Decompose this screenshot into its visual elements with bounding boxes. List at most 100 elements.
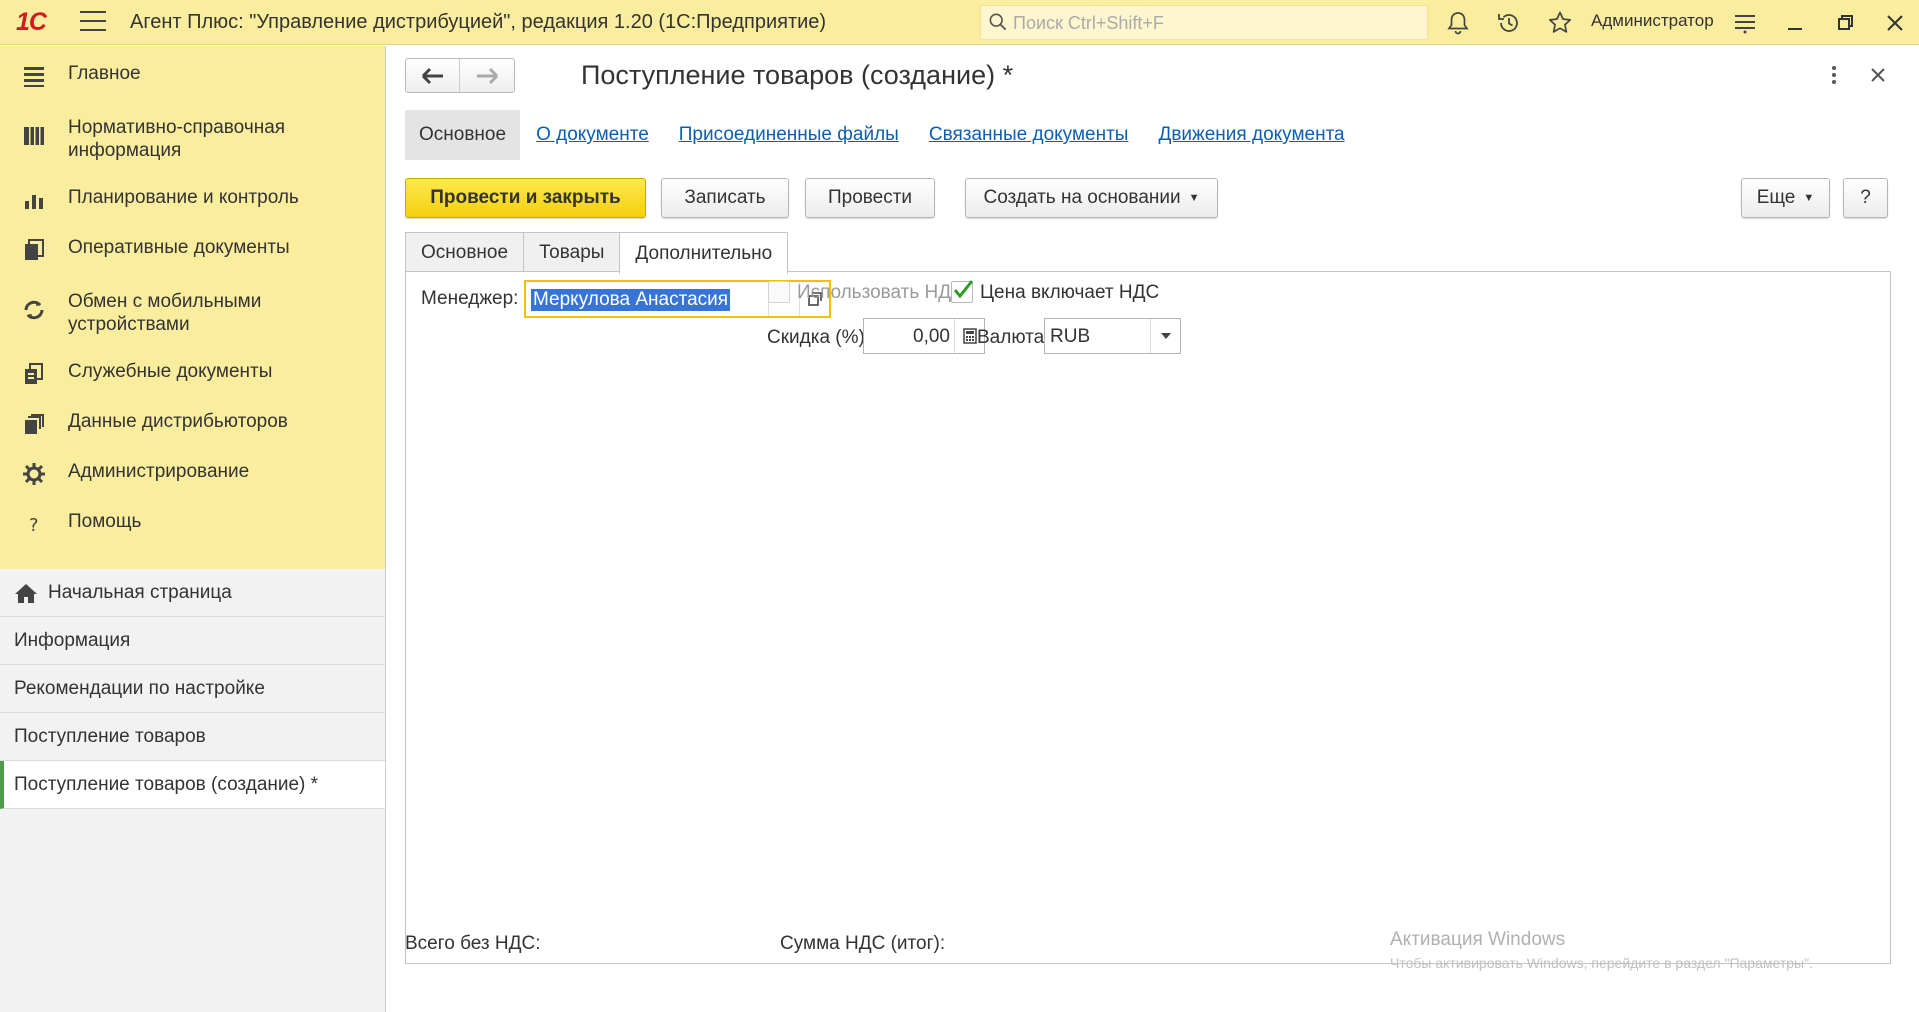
tab-goods[interactable]: Товары	[523, 232, 621, 272]
total-without-vat-label: Всего без НДС:	[405, 933, 541, 954]
open-window-receipts-list[interactable]: Поступление товаров	[0, 713, 385, 761]
windows-activation-title: Активация Windows	[1390, 929, 1566, 950]
sidebar-item-service-docs[interactable]: Служебные документы	[0, 352, 385, 402]
close-window-icon[interactable]	[1882, 10, 1908, 36]
calculator-icon	[962, 328, 977, 344]
currency-value[interactable]: RUB	[1050, 326, 1090, 348]
app-title: Агент Плюс: "Управление дистрибуцией", р…	[130, 11, 827, 33]
post-and-close-button[interactable]: Провести и закрыть	[405, 178, 646, 218]
forward-button[interactable]	[460, 59, 514, 92]
sidebar-item-label: Нормативно-справочная информация	[68, 117, 286, 161]
distributor-data-icon	[25, 414, 44, 434]
history-nav	[405, 58, 515, 93]
1c-logo: 1С	[16, 8, 47, 36]
discount-label: Скидка (%):	[767, 327, 871, 348]
save-button[interactable]: Записать	[661, 178, 789, 218]
use-vat-checkbox[interactable]	[768, 281, 790, 303]
discount-value[interactable]: 0,00	[913, 326, 950, 348]
sidebar-item-planning[interactable]: Планирование и контроль	[0, 178, 385, 228]
sidebar: Главное Нормативно-справочная информация…	[0, 46, 386, 1012]
discount-field[interactable]: 0,00	[863, 318, 985, 354]
notifications-bell-icon[interactable]	[1445, 10, 1471, 36]
arrow-right-icon	[477, 67, 499, 84]
sidebar-item-label: Помощь	[68, 511, 142, 532]
help-button[interactable]: ?	[1843, 178, 1888, 218]
checkmark-icon	[953, 280, 974, 299]
manager-label: Менеджер:	[421, 288, 519, 309]
minimize-icon[interactable]	[1782, 10, 1808, 36]
sidebar-item-label: Главное	[68, 63, 141, 84]
close-form-icon[interactable]	[1867, 64, 1889, 86]
arrow-left-icon	[421, 67, 443, 84]
post-button[interactable]: Провести	[805, 178, 935, 218]
history-icon[interactable]	[1496, 10, 1522, 36]
link-tab-about-document[interactable]: О документе	[536, 124, 649, 146]
svg-text:?: ?	[29, 515, 39, 536]
sidebar-item-mobile-exchange[interactable]: Обмен с мобильными устройствами	[0, 278, 385, 352]
create-based-on-label: Создать на основании	[983, 187, 1181, 208]
sidebar-item-label: Служебные документы	[68, 361, 273, 382]
service-docs-icon	[25, 363, 43, 384]
open-window-label: Начальная страница	[48, 581, 232, 603]
create-based-on-button[interactable]: Создать на основании ▼	[965, 178, 1218, 218]
reference-book-icon	[24, 127, 44, 145]
price-includes-vat-checkbox[interactable]	[951, 280, 974, 303]
home-icon	[15, 583, 37, 603]
open-window-home[interactable]: Начальная страница	[0, 569, 385, 617]
sidebar-item-operative-docs[interactable]: Оперативные документы	[0, 228, 385, 278]
currency-dropdown-button[interactable]	[1150, 319, 1180, 353]
list-icon	[24, 67, 44, 87]
link-tab-related-documents[interactable]: Связанные документы	[929, 124, 1129, 146]
tab-main[interactable]: Основное	[405, 232, 525, 272]
form-navigation: Основное О документе Присоединенные файл…	[405, 109, 1375, 161]
current-user[interactable]: Администратор	[1591, 11, 1714, 31]
chevron-down-icon	[1160, 333, 1171, 339]
bar-chart-icon	[25, 195, 43, 209]
windows-activation-text: Чтобы активировать Windows, перейдите в …	[1390, 955, 1813, 971]
sections-panel: Главное Нормативно-справочная информация…	[0, 46, 385, 569]
sidebar-item-distributor-data[interactable]: Данные дистрибьюторов	[0, 402, 385, 452]
manager-value[interactable]: Меркулова Анастасия	[531, 289, 731, 311]
dropdown-caret-icon: ▼	[1803, 192, 1815, 204]
sidebar-item-label: Администрирование	[68, 461, 250, 482]
currency-label: Валюта:	[977, 327, 1050, 348]
currency-select[interactable]: RUB	[1044, 318, 1181, 354]
more-label: Еще	[1756, 187, 1796, 208]
link-tab-main[interactable]: Основное	[405, 110, 521, 160]
favorites-star-icon[interactable]	[1547, 10, 1573, 36]
link-tab-attached-files[interactable]: Присоединенные файлы	[679, 124, 899, 146]
vat-total-label: Сумма НДС (итог):	[780, 933, 946, 954]
form-area: Поступление товаров (создание) * Основно…	[387, 46, 1919, 1012]
sidebar-item-main[interactable]: Главное	[0, 54, 385, 104]
settings-lines-icon[interactable]	[1732, 10, 1758, 36]
open-window-receipt-create[interactable]: Поступление товаров (создание) *	[0, 761, 385, 809]
main-menu-icon[interactable]	[80, 11, 106, 33]
sidebar-item-label: Планирование и контроль	[68, 187, 299, 208]
sidebar-item-reference[interactable]: Нормативно-справочная информация	[0, 104, 385, 178]
open-windows-list: Начальная страница Информация Рекомендац…	[0, 569, 385, 809]
search-box[interactable]	[980, 5, 1428, 40]
open-window-label: Поступление товаров	[14, 725, 206, 747]
help-icon: ?	[29, 515, 39, 536]
command-bar: Провести и закрыть Записать Провести Соз…	[405, 178, 1905, 218]
back-button[interactable]	[406, 59, 461, 92]
open-window-recommendations[interactable]: Рекомендации по настройке	[0, 665, 385, 713]
gear-icon	[23, 463, 45, 485]
tab-additional[interactable]: Дополнительно	[619, 232, 789, 274]
form-title: Поступление товаров (создание) *	[581, 60, 1014, 90]
search-input[interactable]	[1013, 10, 1413, 36]
open-window-label: Информация	[14, 629, 131, 651]
open-window-info[interactable]: Информация	[0, 617, 385, 665]
more-button[interactable]: Еще ▼	[1741, 178, 1830, 218]
open-window-label: Поступление товаров (создание) *	[14, 773, 319, 795]
sidebar-item-label: Обмен с мобильными устройствами	[68, 291, 262, 335]
restore-window-icon[interactable]	[1833, 10, 1859, 36]
sidebar-item-administration[interactable]: Администрирование	[0, 452, 385, 502]
sidebar-item-help[interactable]: ? Помощь	[0, 502, 385, 552]
sync-icon	[24, 300, 44, 320]
price-includes-vat-label: Цена включает НДС	[980, 282, 1160, 303]
dropdown-caret-icon: ▼	[1188, 192, 1200, 204]
sidebar-item-label: Данные дистрибьюторов	[68, 411, 288, 432]
more-options-icon[interactable]	[1825, 64, 1843, 86]
link-tab-document-movements[interactable]: Движения документа	[1158, 124, 1344, 146]
